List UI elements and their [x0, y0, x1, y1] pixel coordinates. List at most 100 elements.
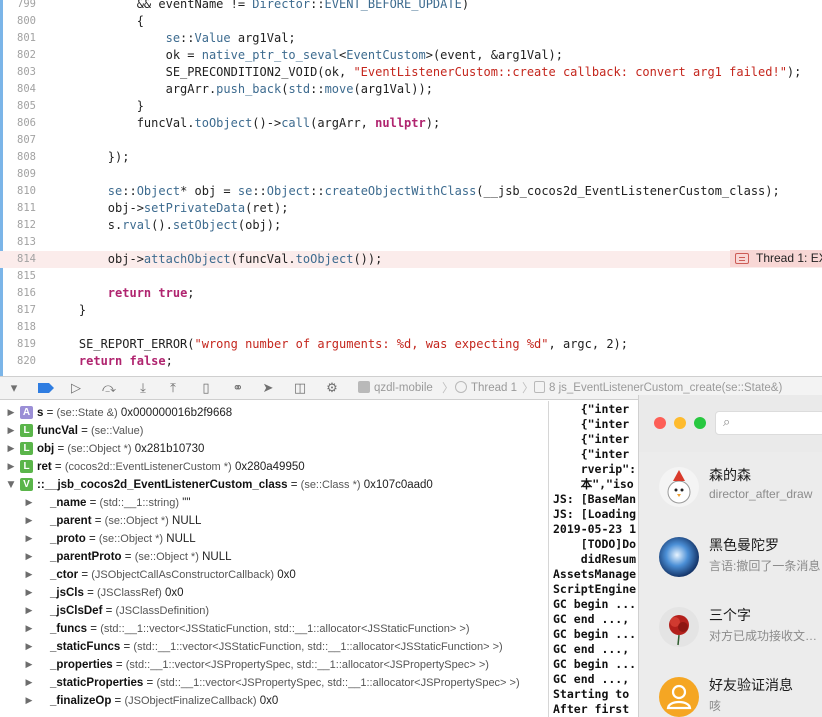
console-toggle-icon[interactable]: ▾ — [4, 377, 24, 399]
variable-row[interactable]: ▶ As = (se::State &) 0x000000016b2f9668 — [0, 404, 548, 422]
variable-row[interactable]: ▶ LfuncVal = (se::Value) — [0, 422, 548, 440]
line-number[interactable]: 811 — [0, 200, 36, 217]
code-line[interactable]: 817 } — [0, 302, 822, 319]
code-line[interactable]: 818 — [0, 319, 822, 336]
step-into-icon[interactable]: ⤓ — [133, 377, 153, 399]
conversation-item[interactable]: 森的森 director_after_draw — [639, 452, 822, 522]
code-line[interactable]: 819 SE_REPORT_ERROR("wrong number of arg… — [0, 336, 822, 353]
code-line[interactable]: 814 obj->attachObject(funcVal.toObject()… — [0, 251, 822, 268]
code-line[interactable]: 802 ok = native_ptr_to_seval<EventCustom… — [0, 47, 822, 64]
console-output[interactable]: {"inter {"inter {"inter {"inter rverip":… — [549, 401, 649, 717]
conversation-item[interactable]: 好友验证消息 咳 — [639, 662, 822, 717]
line-number[interactable]: 806 — [0, 115, 36, 132]
variable-row[interactable]: ▶ _jsClsDef = (JSClassDefinition) — [0, 602, 548, 620]
line-number[interactable]: 804 — [0, 81, 36, 98]
conversation-item[interactable]: 黑色曼陀罗 言语:撤回了一条消息 — [639, 522, 822, 592]
variable-row[interactable]: ▶ _jsCls = (JSClassRef) 0x0 — [0, 584, 548, 602]
line-number[interactable]: 809 — [0, 166, 36, 183]
variable-row[interactable]: ▶ _funcs = (std::__1::vector<JSStaticFunc… — [0, 620, 548, 638]
step-over-icon[interactable]: ⤼ — [99, 377, 119, 399]
code-line[interactable]: 804 argArr.push_back(std::move(arg1Val))… — [0, 81, 822, 98]
disclosure-collapsed-icon[interactable]: ▶ — [24, 566, 34, 584]
line-number[interactable]: 818 — [0, 319, 36, 336]
variable-row[interactable]: ▶ Lobj = (se::Object *) 0x281b10730 — [0, 440, 548, 458]
code-line[interactable]: 812 s.rval().setObject(obj); — [0, 217, 822, 234]
line-number[interactable]: 801 — [0, 30, 36, 47]
zoom-window-button[interactable] — [694, 417, 706, 429]
code-line[interactable]: 806 funcVal.toObject()->call(argArr, nul… — [0, 115, 822, 132]
line-number[interactable]: 819 — [0, 336, 36, 353]
code-line[interactable]: 800 { — [0, 13, 822, 30]
source-editor[interactable]: 799 && eventName != Director::EVENT_BEFO… — [0, 0, 822, 376]
line-number[interactable]: 805 — [0, 98, 36, 115]
disclosure-collapsed-icon[interactable]: ▶ — [24, 548, 34, 566]
line-number[interactable]: 802 — [0, 47, 36, 64]
line-number[interactable]: 810 — [0, 183, 36, 200]
step-out-icon[interactable]: ⤒ — [163, 377, 183, 399]
code-line[interactable]: 807 — [0, 132, 822, 149]
disclosure-collapsed-icon[interactable]: ▶ — [6, 404, 16, 422]
line-number[interactable]: 816 — [0, 285, 36, 302]
disclosure-collapsed-icon[interactable]: ▶ — [24, 602, 34, 620]
variable-row[interactable]: ▶ _staticProperties = (std::__1::vector<J… — [0, 674, 548, 692]
code-line[interactable]: 799 && eventName != Director::EVENT_BEFO… — [0, 0, 822, 13]
location-icon[interactable]: ➤ — [258, 377, 278, 399]
disclosure-collapsed-icon[interactable]: ▶ — [24, 584, 34, 602]
variable-row[interactable]: ▶ _properties = (std::__1::vector<JSPrope… — [0, 656, 548, 674]
code-line[interactable]: 805 } — [0, 98, 822, 115]
code-line[interactable]: 811 obj->setPrivateData(ret); — [0, 200, 822, 217]
code-line[interactable]: 809 — [0, 166, 822, 183]
code-line[interactable]: 820 return false; — [0, 353, 822, 370]
disclosure-collapsed-icon[interactable]: ▶ — [24, 512, 34, 530]
disclosure-collapsed-icon[interactable]: ▶ — [24, 620, 34, 638]
variable-row[interactable]: ▶ _proto = (se::Object *) NULL — [0, 530, 548, 548]
close-window-button[interactable] — [654, 417, 666, 429]
disclosure-collapsed-icon[interactable]: ▶ — [24, 494, 34, 512]
variable-row[interactable]: ▶ _ctor = (JSObjectCallAsConstructorCallb… — [0, 566, 548, 584]
line-number[interactable]: 820 — [0, 353, 36, 370]
disclosure-expanded-icon[interactable]: ▼ — [6, 476, 16, 494]
disclosure-collapsed-icon[interactable]: ▶ — [24, 530, 34, 548]
variable-row[interactable]: ▶ _parent = (se::Object *) NULL — [0, 512, 548, 530]
variable-row[interactable]: ▶ _parentProto = (se::Object *) NULL — [0, 548, 548, 566]
code-line[interactable]: 803 SE_PRECONDITION2_VOID(ok, "EventList… — [0, 64, 822, 81]
chat-search-field[interactable]: ⌕ — [715, 411, 822, 435]
code-line[interactable]: 801 se::Value arg1Val; — [0, 30, 822, 47]
variable-row[interactable]: ▶ _staticFuncs = (std::__1::vector<JSStat… — [0, 638, 548, 656]
disclosure-collapsed-icon[interactable]: ▶ — [6, 422, 16, 440]
breadcrumb-thread[interactable]: Thread 1 — [455, 377, 517, 399]
variables-view[interactable]: ▶ As = (se::State &) 0x000000016b2f9668 ▶ L… — [0, 401, 548, 717]
code-line[interactable]: 813 — [0, 234, 822, 251]
line-number[interactable]: 807 — [0, 132, 36, 149]
variable-row[interactable]: ▶ _finalizeOp = (JSObjectFinalizeCallback… — [0, 692, 548, 710]
line-number[interactable]: 815 — [0, 268, 36, 285]
line-number[interactable]: 800 — [0, 13, 36, 30]
gear-icon[interactable]: ⚙ — [322, 377, 342, 399]
disclosure-collapsed-icon[interactable]: ▶ — [24, 656, 34, 674]
breakpoints-icon[interactable] — [36, 377, 56, 399]
line-number[interactable]: 813 — [0, 234, 36, 251]
line-number[interactable]: 812 — [0, 217, 36, 234]
line-number[interactable]: 808 — [0, 149, 36, 166]
line-number[interactable]: 799 — [0, 0, 36, 13]
breadcrumb-app[interactable]: qzdl-mobile — [358, 377, 433, 399]
thread-error-badge[interactable]: Thread 1: EXC_BAD_ACCESS — [730, 250, 822, 267]
camera-icon[interactable]: ◫ — [290, 377, 310, 399]
disclosure-collapsed-icon[interactable]: ▶ — [24, 674, 34, 692]
variable-row[interactable]: ▼ V::__jsb_cocos2d_EventListenerCustom_cl… — [0, 476, 548, 494]
disclosure-collapsed-icon[interactable]: ▶ — [6, 440, 16, 458]
continue-icon[interactable]: ▷ — [66, 377, 86, 399]
minimize-window-button[interactable] — [674, 417, 686, 429]
view-hierarchy-icon[interactable]: ▯ — [196, 377, 216, 399]
line-number[interactable]: 803 — [0, 64, 36, 81]
disclosure-collapsed-icon[interactable]: ▶ — [24, 638, 34, 656]
disclosure-collapsed-icon[interactable]: ▶ — [6, 458, 16, 476]
code-line[interactable]: 810 se::Object* obj = se::Object::create… — [0, 183, 822, 200]
variable-row[interactable]: ▶ _name = (std::__1::string) "" — [0, 494, 548, 512]
memory-graph-icon[interactable]: ⚭ — [228, 377, 248, 399]
code-line[interactable]: 808 }); — [0, 149, 822, 166]
code-line[interactable]: 815 — [0, 268, 822, 285]
line-number[interactable]: 814 — [0, 251, 36, 268]
conversation-item[interactable]: 三个字 对方已成功接收文… — [639, 592, 822, 662]
disclosure-collapsed-icon[interactable]: ▶ — [24, 692, 34, 710]
